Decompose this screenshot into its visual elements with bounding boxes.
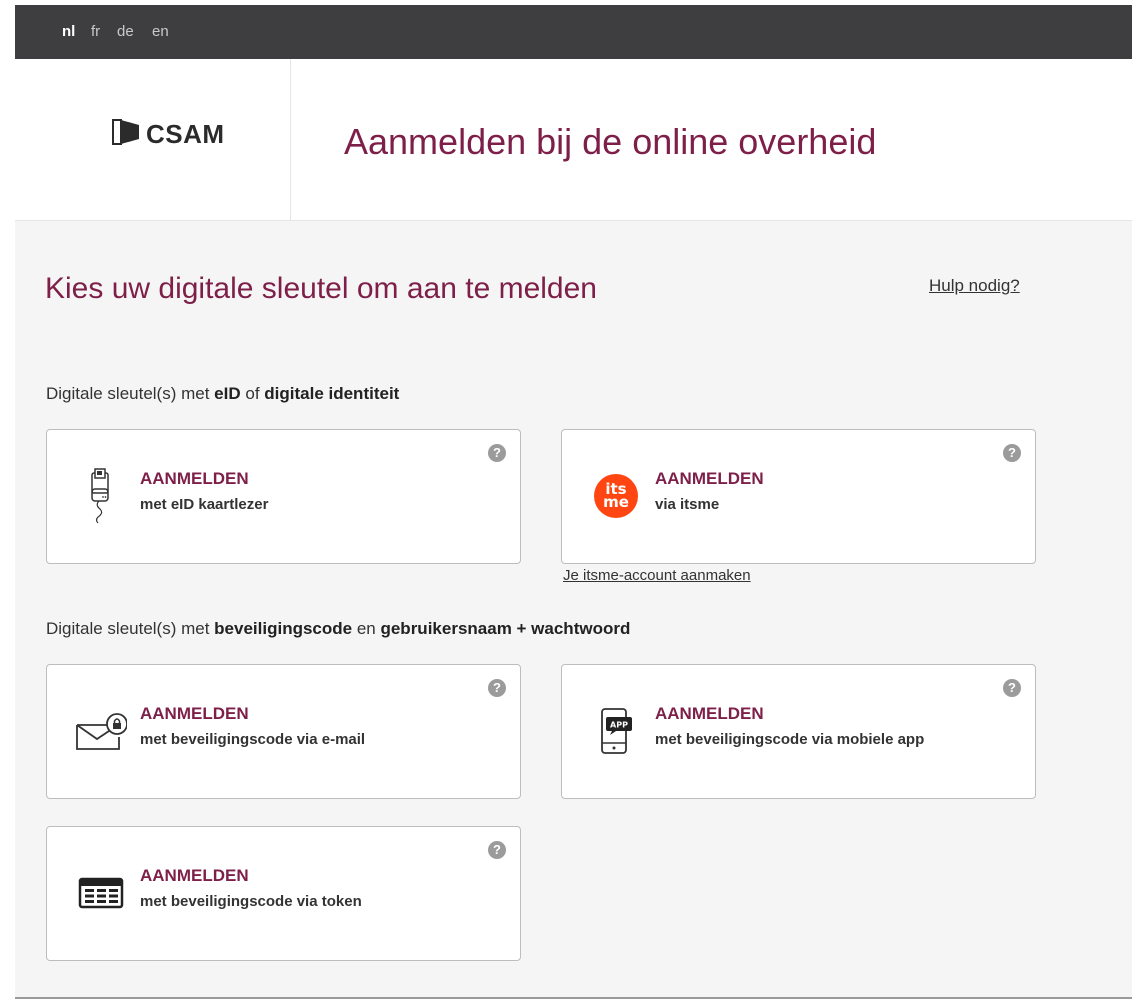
- help-icon[interactable]: ?: [1003, 444, 1021, 462]
- main-content: Kies uw digitale sleutel om aan te melde…: [15, 221, 1132, 997]
- card-action-label: AANMELDEN: [140, 704, 249, 723]
- card-description: met beveiligingscode via mobiele app: [655, 731, 925, 748]
- footer-divider: [15, 997, 1132, 999]
- itsme-icon-text: me: [603, 493, 629, 511]
- login-card-itsme[interactable]: ? its me AANMELDEN via itsme: [561, 429, 1036, 564]
- group-label-eid: Digitale sleutel(s) met eID of digitale …: [46, 384, 399, 404]
- card-action-label: AANMELDEN: [655, 469, 764, 488]
- card-reader-icon: [75, 466, 127, 526]
- card-action-label: AANMELDEN: [140, 469, 249, 488]
- lang-de[interactable]: de: [117, 23, 134, 40]
- login-card-eid[interactable]: ? AANMELDEN met eID kaartlezer: [46, 429, 521, 564]
- group-label-text: Digitale sleutel(s) met: [46, 384, 215, 403]
- section-title: Kies uw digitale sleutel om aan te melde…: [45, 272, 597, 305]
- group-label-bold: beveiligingscode: [214, 619, 353, 638]
- group-label-text: en: [352, 619, 381, 638]
- lang-en[interactable]: en: [152, 23, 169, 40]
- email-lock-icon: [75, 701, 127, 761]
- csam-logo-text: CSAM: [146, 118, 225, 149]
- page-title: Aanmelden bij de online overheid: [344, 121, 877, 162]
- login-card-mobile-app[interactable]: ? APP AANMELDEN met beveiligingscode via…: [561, 664, 1036, 799]
- header-divider: [290, 59, 291, 221]
- help-icon[interactable]: ?: [488, 444, 506, 462]
- csam-logo: CSAM: [112, 117, 225, 151]
- group-label-bold: eID: [214, 384, 241, 403]
- header: CSAM Aanmelden bij de online overheid: [15, 59, 1132, 221]
- card-description: via itsme: [655, 496, 720, 513]
- token-icon: [75, 863, 127, 923]
- help-icon[interactable]: ?: [488, 679, 506, 697]
- help-link[interactable]: Hulp nodig?: [929, 276, 1020, 296]
- group-label-text: of: [240, 384, 265, 403]
- group-label-code: Digitale sleutel(s) met beveiligingscode…: [46, 619, 630, 639]
- group-label-bold: digitale identiteit: [264, 384, 400, 403]
- lang-nl[interactable]: nl: [62, 23, 75, 40]
- card-action-label: AANMELDEN: [140, 866, 249, 885]
- itsme-icon: its me: [590, 466, 642, 526]
- language-bar: nl fr de en: [15, 5, 1132, 59]
- mobile-app-icon: APP: [590, 701, 642, 761]
- card-action-label: AANMELDEN: [655, 704, 764, 723]
- lang-fr[interactable]: fr: [91, 23, 100, 40]
- card-description: met beveiligingscode via e-mail: [140, 731, 366, 748]
- login-card-token[interactable]: ? AANMELDEN met beveiligingscode via tok…: [46, 826, 521, 961]
- card-description: met beveiligingscode via token: [140, 893, 362, 910]
- help-icon[interactable]: ?: [488, 841, 506, 859]
- csam-logo-icon: [112, 118, 140, 150]
- itsme-account-link[interactable]: Je itsme-account aanmaken: [563, 567, 751, 584]
- group-label-text: Digitale sleutel(s) met: [46, 619, 215, 638]
- help-icon[interactable]: ?: [1003, 679, 1021, 697]
- group-label-bold: gebruikersnaam + wachtwoord: [380, 619, 631, 638]
- mobile-app-icon-text: APP: [610, 721, 628, 730]
- login-card-email[interactable]: ? AANMELDEN met beveiligingscode via e-m…: [46, 664, 521, 799]
- card-description: met eID kaartlezer: [140, 496, 269, 513]
